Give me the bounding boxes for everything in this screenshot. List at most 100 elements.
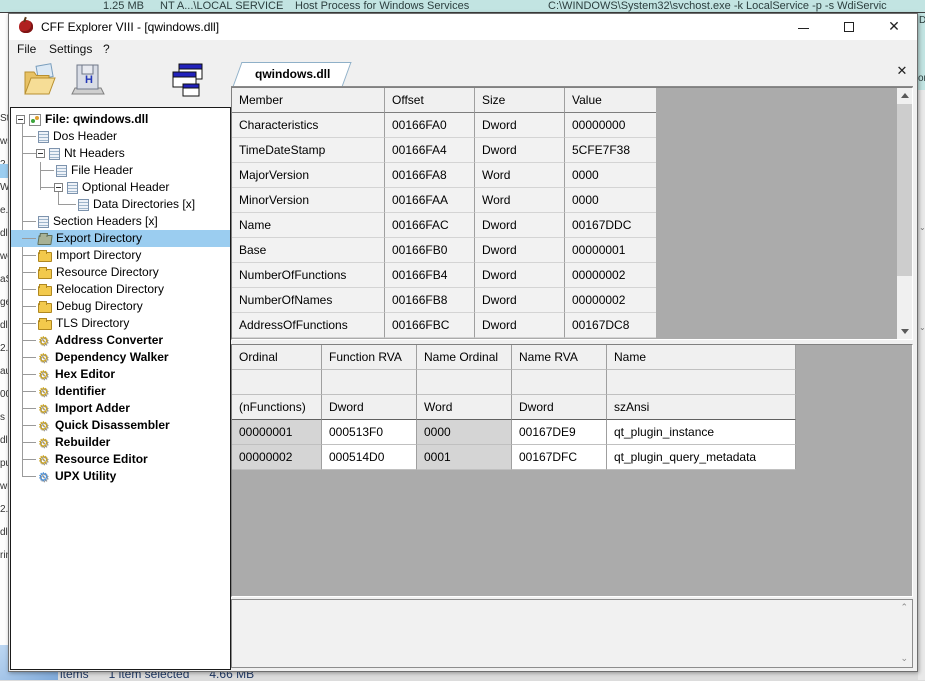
tab-qwindows-dll[interactable]: qwindows.dll — [237, 62, 347, 87]
background-text-fragment: ws — [0, 136, 8, 147]
tree-item-import-directory[interactable]: Import Directory — [11, 247, 230, 264]
bg-user: NT A...\LOCAL SERVICE — [160, 0, 283, 12]
gear-icon: ⚙ — [38, 402, 51, 416]
open-file-icon[interactable] — [21, 62, 59, 105]
scrollbar-thumb[interactable] — [897, 104, 912, 276]
menu-settings[interactable]: Settings — [49, 42, 92, 56]
gear-icon: ⚙ — [38, 368, 51, 382]
tree-item-export-directory[interactable]: Export Directory — [11, 230, 230, 247]
table-row[interactable]: 00000002 000514D0 0001 00167DFC qt_plugi… — [232, 445, 796, 470]
background-text-fragment: aS — [0, 274, 8, 285]
svg-text:H: H — [85, 74, 93, 86]
tree-item-address-converter[interactable]: ⚙ Address Converter — [11, 332, 230, 349]
tree-item-file-root[interactable]: File: qwindows.dll — [11, 111, 230, 128]
background-process-row: 1.25 MB NT A...\LOCAL SERVICE Host Proce… — [0, 0, 925, 13]
gear-blue-icon: ⚙ — [38, 470, 51, 484]
minimize-icon — [798, 28, 809, 29]
table-row[interactable]: TimeDateStamp00166FA4Dword5CFE7F38 — [232, 138, 655, 163]
menu-bar: File Settings ? — [9, 40, 917, 60]
scroll-up-icon[interactable]: ⌃ — [900, 603, 908, 613]
collapse-icon[interactable] — [16, 115, 25, 124]
close-button[interactable]: ✕ — [879, 19, 909, 36]
tree-item-identifier[interactable]: ⚙ Identifier — [11, 383, 230, 400]
column-header[interactable]: Value — [565, 88, 656, 113]
tree-item-optional-header[interactable]: Optional Header — [11, 179, 230, 196]
column-header[interactable]: Name — [607, 345, 796, 370]
gear-icon: ⚙ — [38, 334, 51, 348]
scroll-down-icon[interactable] — [897, 324, 912, 339]
column-header[interactable]: Function RVA — [322, 345, 417, 370]
bg-cmdline: C:\WINDOWS\System32\svchost.exe -k Local… — [548, 0, 887, 12]
tree-item-nt-headers[interactable]: Nt Headers — [11, 145, 230, 162]
column-header[interactable]: Ordinal — [232, 345, 322, 370]
minimize-button[interactable] — [788, 19, 818, 36]
table-row[interactable]: MinorVersion00166FAAWord0000 — [232, 188, 655, 213]
background-left-fragments: Staws2.dWee.ddllwoaSgedll2.dau00sdllpuwi… — [0, 13, 8, 680]
maximize-button[interactable] — [834, 19, 864, 36]
tree-item-file-header[interactable]: File Header — [11, 162, 230, 179]
tree-item-import-adder[interactable]: ⚙ Import Adder — [11, 400, 230, 417]
tree-view: File: qwindows.dll Dos Header Nt Headers… — [10, 107, 231, 670]
tree-item-hex-editor[interactable]: ⚙ Hex Editor — [11, 366, 230, 383]
gear-icon: ⚙ — [38, 385, 51, 399]
scroll-up-icon[interactable] — [897, 88, 912, 103]
table-header-row: Ordinal Function RVA Name Ordinal Name R… — [232, 345, 796, 370]
tree-item-rebuilder[interactable]: ⚙ Rebuilder — [11, 434, 230, 451]
tree-item-relocation-directory[interactable]: Relocation Directory — [11, 281, 230, 298]
bg-desc: Host Process for Windows Services — [295, 0, 469, 12]
folder-icon — [38, 286, 52, 296]
background-text-fragment: dll — [0, 228, 8, 239]
gear-icon: ⚙ — [38, 419, 51, 433]
vertical-scrollbar[interactable] — [897, 88, 912, 339]
table-row[interactable]: NumberOfFunctions00166FB4Dword00000002 — [232, 263, 655, 288]
tree-item-dependency-walker[interactable]: ⚙ Dependency Walker — [11, 349, 230, 366]
tree-item-resource-directory[interactable]: Resource Directory — [11, 264, 230, 281]
save-file-icon[interactable]: H — [71, 62, 105, 105]
header-icon — [49, 148, 60, 160]
menu-file[interactable]: File — [17, 42, 36, 56]
tree-item-section-headers[interactable]: Section Headers [x] — [11, 213, 230, 230]
table-row[interactable]: 00000001 000513F0 0000 00167DE9 qt_plugi… — [232, 420, 796, 445]
column-header[interactable]: Member — [232, 88, 385, 113]
table-row[interactable]: AddressOfFunctions00166FBCDword00167DC8 — [232, 313, 655, 338]
gear-icon: ⚙ — [38, 453, 51, 467]
tab-close-icon[interactable]: ✕ — [894, 64, 910, 79]
folder-icon — [38, 303, 52, 313]
background-text-fragment: pu — [0, 458, 8, 469]
tree-item-tls-directory[interactable]: TLS Directory — [11, 315, 230, 332]
folder-icon — [38, 320, 52, 330]
background-text-fragment: 2.d — [0, 343, 8, 354]
tree-item-dos-header[interactable]: Dos Header — [11, 128, 230, 145]
table-row[interactable]: MajorVersion00166FA8Word0000 — [232, 163, 655, 188]
table-row[interactable]: Base00166FB0Dword00000001 — [232, 238, 655, 263]
info-panel: ⌃ ⌄ — [231, 599, 913, 668]
column-header[interactable]: Size — [475, 88, 565, 113]
table-row[interactable]: Name00166FACDword00167DDC — [232, 213, 655, 238]
tree-item-debug-directory[interactable]: Debug Directory — [11, 298, 230, 315]
tree-item-quick-disassembler[interactable]: ⚙ Quick Disassembler — [11, 417, 230, 434]
exported-functions-section: Ordinal Function RVA Name Ordinal Name R… — [231, 344, 913, 597]
scroll-down-icon[interactable]: ⌄ — [900, 654, 908, 664]
tree-item-resource-editor[interactable]: ⚙ Resource Editor — [11, 451, 230, 468]
maximize-icon — [844, 22, 854, 32]
tab-label: qwindows.dll — [255, 67, 330, 81]
tree-item-data-directories[interactable]: Data Directories [x] — [11, 196, 230, 213]
column-header[interactable]: Offset — [385, 88, 475, 113]
window-title: CFF Explorer VIII - [qwindows.dll] — [41, 20, 219, 34]
column-header[interactable]: Name Ordinal — [417, 345, 512, 370]
collapse-icon[interactable] — [36, 149, 45, 158]
tree-item-upx-utility[interactable]: ⚙ UPX Utility — [11, 468, 230, 485]
cascade-windows-icon[interactable] — [169, 62, 205, 105]
background-text-fragment: ge — [0, 297, 8, 308]
open-folder-icon — [37, 235, 52, 245]
table-row[interactable]: NumberOfNames00166FB8Dword00000002 — [232, 288, 655, 313]
table-empty-row — [232, 370, 796, 395]
table-type-row: (nFunctions) Dword Word Dword szAnsi — [232, 395, 796, 420]
column-header[interactable]: Name RVA — [512, 345, 607, 370]
background-text-fragment: Sta — [0, 113, 8, 124]
collapse-icon[interactable] — [54, 183, 63, 192]
exported-functions-table: Ordinal Function RVA Name Ordinal Name R… — [232, 345, 796, 470]
menu-help[interactable]: ? — [103, 42, 110, 56]
background-text-fragment: rin — [0, 550, 8, 561]
table-row[interactable]: Characteristics00166FA0Dword00000000 — [232, 113, 655, 138]
